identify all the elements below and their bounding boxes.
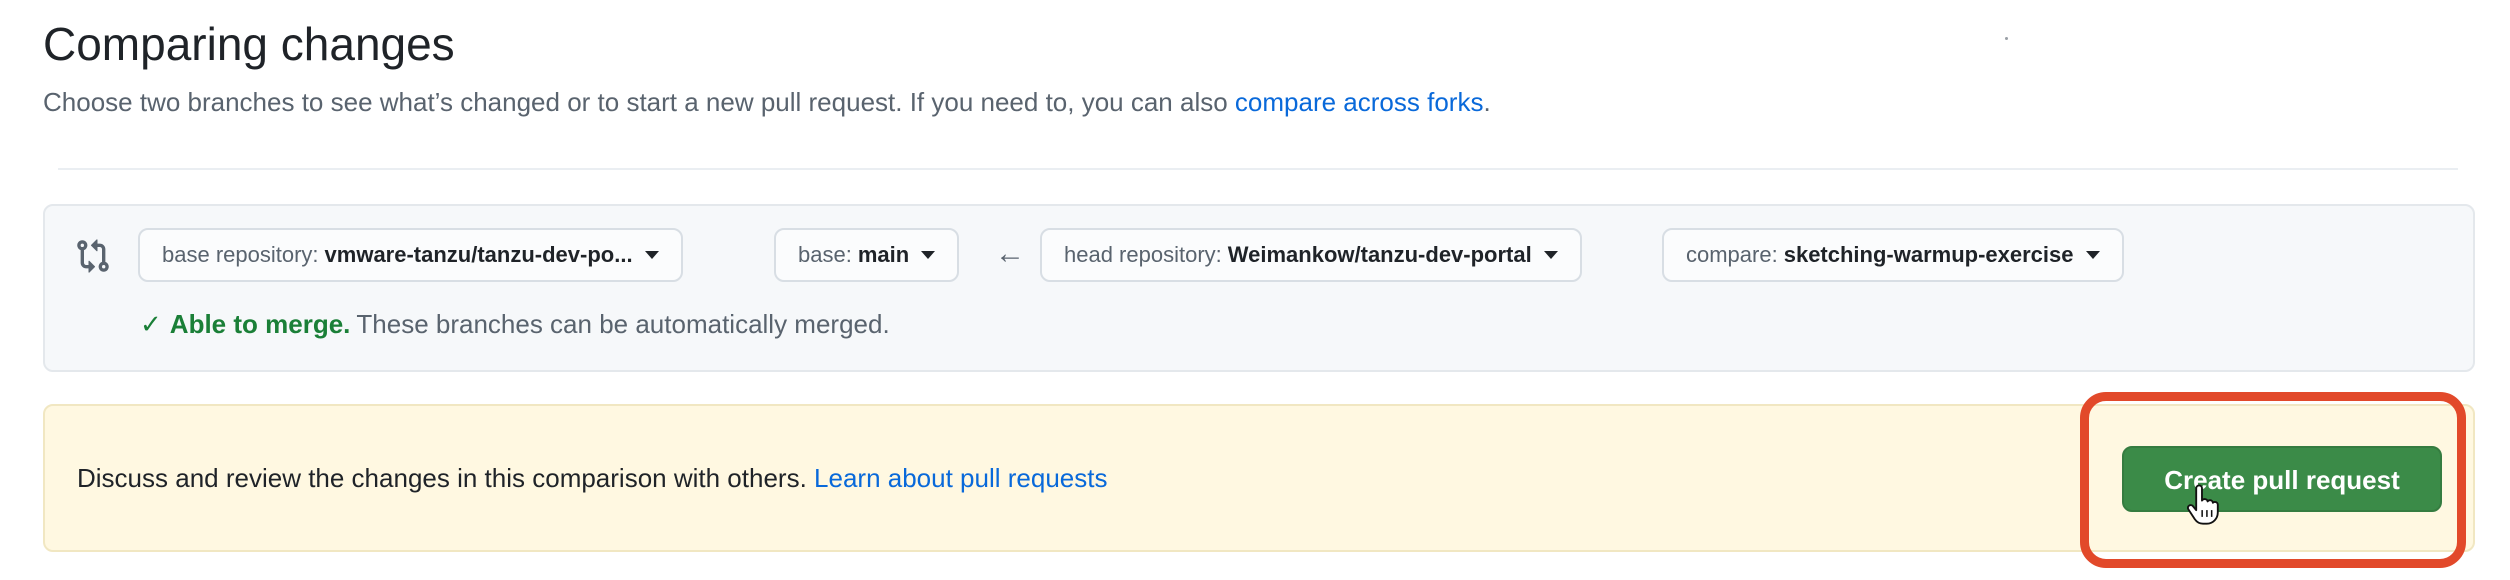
base-branch-select[interactable]: base: main bbox=[774, 228, 960, 282]
merge-status-label: Able to merge. bbox=[169, 309, 351, 339]
arrow-left-icon: ← bbox=[995, 237, 1025, 270]
check-icon: ✓ bbox=[140, 309, 162, 339]
page-title: Comparing changes bbox=[43, 18, 455, 70]
base-branch-label: base: bbox=[798, 242, 852, 267]
divider bbox=[58, 168, 2458, 170]
base-repository-value: vmware-tanzu/tanzu-dev-po... bbox=[324, 242, 633, 267]
caret-down-icon bbox=[1543, 251, 1558, 259]
base-branch-value: main bbox=[857, 242, 910, 267]
compare-branch-select[interactable]: compare: sketching-warmup-exercise bbox=[1662, 228, 2124, 282]
caret-down-icon bbox=[644, 251, 659, 259]
head-repository-value: Weimankow/tanzu-dev-portal bbox=[1227, 242, 1532, 267]
merge-status: ✓ Able to merge. These branches can be aut… bbox=[140, 306, 890, 342]
git-compare-icon bbox=[77, 239, 109, 273]
subtitle-suffix: . bbox=[1483, 87, 1491, 117]
caret-down-icon bbox=[2085, 251, 2100, 259]
learn-about-pull-requests-link[interactable]: Learn about pull requests bbox=[814, 463, 1107, 493]
range-editor: base repository: vmware-tanzu/tanzu-dev-… bbox=[43, 204, 2475, 372]
page-subtitle: Choose two branches to see what’s change… bbox=[43, 84, 1491, 120]
subtitle-text: Choose two branches to see what’s change… bbox=[43, 87, 1235, 117]
base-repository-select[interactable]: base repository: vmware-tanzu/tanzu-dev-… bbox=[138, 228, 683, 282]
head-repository-label: head repository: bbox=[1064, 242, 1222, 267]
head-repository-select[interactable]: head repository: Weimankow/tanzu-dev-por… bbox=[1040, 228, 1582, 282]
hand-pointer-cursor-icon bbox=[2186, 484, 2219, 525]
compare-branch-label: compare: bbox=[1686, 242, 1778, 267]
stray-dot bbox=[2005, 37, 2008, 40]
banner-text: Discuss and review the changes in this c… bbox=[77, 460, 1107, 496]
caret-down-icon bbox=[921, 251, 936, 259]
compare-across-forks-link[interactable]: compare across forks bbox=[1235, 87, 1484, 117]
banner-message: Discuss and review the changes in this c… bbox=[77, 463, 807, 493]
compare-branch-value: sketching-warmup-exercise bbox=[1783, 242, 2074, 267]
merge-status-message: These branches can be automatically merg… bbox=[356, 309, 890, 339]
base-repository-label: base repository: bbox=[162, 242, 319, 267]
create-pull-request-button[interactable]: Create pull request bbox=[2122, 446, 2442, 512]
